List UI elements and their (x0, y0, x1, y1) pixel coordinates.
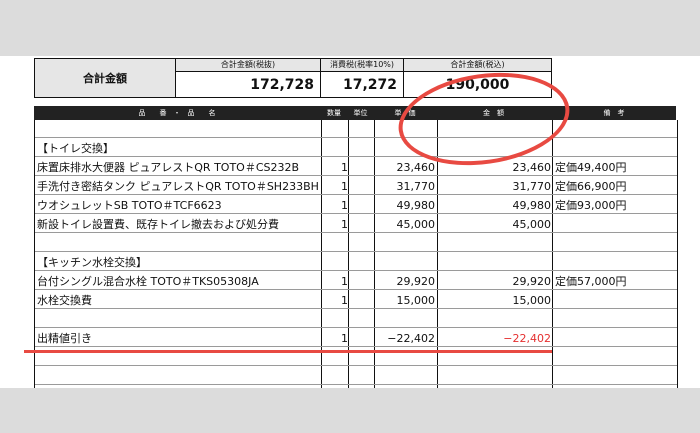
item-amount: 31,770 (512, 180, 552, 193)
column-divider (348, 120, 349, 388)
row-divider (35, 137, 677, 138)
header-note: 備 考 (603, 109, 625, 117)
item-qty: 1 (341, 199, 348, 212)
row-divider (35, 213, 677, 214)
row-divider (35, 156, 677, 157)
item-unit-price: 29,920 (396, 275, 436, 288)
discount-qty: 1 (341, 332, 348, 345)
section-heading-toilet: 【トイレ交換】 (37, 142, 114, 155)
tax-column: 消費税(税率10%) 17,272 (321, 59, 404, 97)
discount-unit-price: −22,402 (387, 332, 435, 345)
row-divider (35, 384, 677, 385)
item-name: 新設トイレ設置費、既存トイレ撤去および処分費 (37, 218, 279, 231)
item-amount: 15,000 (512, 294, 552, 307)
column-divider (321, 120, 322, 388)
item-amount: 45,000 (512, 218, 552, 231)
item-name: 床置床排水大便器 ピュアレストQR TOTO＃CS232B (37, 161, 300, 174)
row-divider (35, 194, 677, 195)
items-table-header: 品 番 ・ 品 名 数量 単位 単 価 金 額 備 考 (34, 106, 676, 120)
total-label: 合計金額 (35, 59, 176, 97)
item-unit-price: 45,000 (396, 218, 436, 231)
item-name: 水栓交換費 (37, 294, 92, 307)
item-amount: 49,980 (512, 199, 552, 212)
red-underline-annotation (24, 350, 552, 353)
item-name: 台付シングル混合水栓 TOTO＃TKS05308JA (37, 275, 259, 288)
subtotal-header: 合計金額(税抜) (176, 59, 320, 72)
item-unit-price: 15,000 (396, 294, 436, 307)
header-item: 品 番 ・ 品 名 (138, 109, 216, 117)
item-qty: 1 (341, 161, 348, 174)
discount-amount: −22,402 (503, 332, 551, 345)
tax-value: 17,272 (342, 77, 397, 93)
tax-header: 消費税(税率10%) (321, 59, 403, 72)
column-divider (552, 120, 553, 388)
item-note: 定価93,000円 (555, 199, 627, 212)
item-unit-price: 49,980 (396, 199, 436, 212)
grand-total-header: 合計金額(税込) (404, 59, 551, 72)
row-divider (35, 308, 677, 309)
item-note: 定価66,900円 (555, 180, 627, 193)
bottom-gray-band (0, 388, 700, 433)
item-qty: 1 (341, 180, 348, 193)
header-unit: 単位 (353, 109, 368, 117)
row-divider (35, 365, 677, 366)
row-divider (35, 175, 677, 176)
subtotal-value: 172,728 (250, 77, 314, 93)
item-name: ウオシュレットSB TOTO＃TCF6623 (37, 199, 222, 212)
item-amount: 29,920 (512, 275, 552, 288)
row-divider (35, 270, 677, 271)
item-note: 定価49,400円 (555, 161, 627, 174)
subtotal-column: 合計金額(税抜) 172,728 (176, 59, 321, 97)
item-name: 手洗付き密結タンク ピュアレストQR TOTO＃SH233BH (37, 180, 319, 193)
item-unit-price: 31,770 (396, 180, 436, 193)
items-table: 【トイレ交換】 床置床排水大便器 ピュアレストQR TOTO＃CS232B 1 … (34, 120, 678, 388)
item-note: 定価57,000円 (555, 275, 627, 288)
header-qty: 数量 (327, 109, 341, 117)
row-divider (35, 346, 677, 347)
discount-name: 出精値引き (37, 332, 92, 345)
item-qty: 1 (341, 275, 348, 288)
row-divider (35, 289, 677, 290)
item-unit-price: 23,460 (396, 161, 436, 174)
section-heading-kitchen: 【キッチン水栓交換】 (37, 256, 147, 269)
item-qty: 1 (341, 218, 348, 231)
estimate-sheet: 合計金額 合計金額(税抜) 172,728 消費税(税率10%) 17,272 … (0, 56, 700, 388)
top-gray-band (0, 0, 700, 56)
row-divider (35, 327, 677, 328)
item-qty: 1 (341, 294, 348, 307)
row-divider (35, 232, 677, 233)
row-divider (35, 251, 677, 252)
